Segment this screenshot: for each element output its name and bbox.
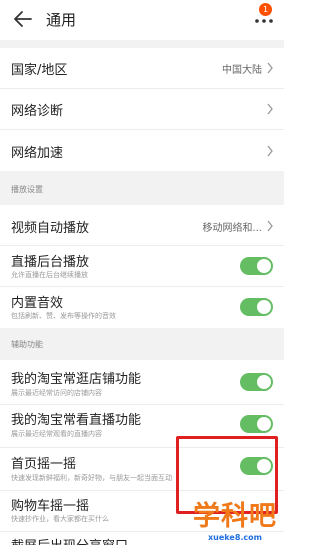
row-label: 网络加速: [11, 146, 64, 161]
chevron-right-icon: [267, 220, 273, 232]
row-video-autoplay[interactable]: 视频自动播放 移动网络和...: [0, 205, 284, 245]
chevron-right-icon: [267, 62, 273, 74]
row-label: 我的淘宝常看直播功能: [11, 413, 142, 428]
row-label: 首页摇一摇: [11, 457, 77, 472]
row-label: 网络诊断: [11, 104, 64, 119]
row-country-region[interactable]: 国家/地区 中国大陆: [0, 48, 284, 88]
row-description: 展示最近经常观看的直播内容: [11, 430, 102, 438]
arrow-left-icon[interactable]: [12, 8, 34, 30]
row-label: 直播后台播放: [11, 255, 90, 270]
section-gap: [0, 40, 284, 48]
row-label: 视频自动播放: [11, 221, 90, 236]
row-label: 国家/地区: [11, 63, 68, 78]
section-label: 辅助功能: [11, 340, 43, 349]
row-description: 快速抄作业，看大家都在买什么: [11, 515, 109, 523]
row-label: 购物车摇一摇: [11, 499, 90, 514]
row-built-in-sound: 内置音效 包括刷新、赞、发布等操作的音效: [0, 287, 284, 327]
notification-badge: 1: [259, 3, 272, 16]
more-dots-icon[interactable]: [253, 16, 275, 26]
row-label: 内置音效: [11, 296, 64, 311]
row-description: 展示最近经常访问的店铺内容: [11, 389, 102, 397]
section-header-playback: 播放设置: [0, 171, 284, 205]
chevron-right-icon: [267, 145, 273, 157]
watermark-logo: 学科吧: [193, 501, 277, 532]
row-description: 快速发现新鲜福利，新奇好物，与朋友一起当面互动: [11, 474, 172, 482]
frequent-shops-toggle[interactable]: [240, 373, 273, 391]
section-label: 播放设置: [11, 185, 43, 194]
row-description: 允许直播在后台继续播放: [11, 271, 88, 279]
page-title: 通用: [46, 11, 77, 29]
row-frequent-shops: 我的淘宝常逛店铺功能 展示最近经常访问的店铺内容: [0, 360, 284, 404]
row-value: 移动网络和...: [202, 223, 262, 234]
row-value: 中国大陆: [222, 65, 262, 76]
row-network-acceleration[interactable]: 网络加速: [0, 130, 284, 170]
chevron-right-icon: [267, 103, 273, 115]
row-label: 截屏后出现分享窗口: [11, 535, 128, 545]
row-network-diagnosis[interactable]: 网络诊断: [0, 89, 284, 129]
watermark-url: xueke8.com: [208, 533, 262, 542]
top-bar: 通用 1: [0, 0, 284, 40]
settings-page: 通用 1 国家/地区 中国大陆 网络诊断 网络加速 播放设置 视频自动播放 移动…: [0, 0, 284, 545]
frequent-live-toggle[interactable]: [240, 415, 273, 433]
row-description: 包括刷新、赞、发布等操作的音效: [11, 312, 116, 320]
row-live-background-play: 直播后台播放 允许直播在后台继续播放: [0, 246, 284, 286]
live-background-toggle[interactable]: [240, 257, 273, 275]
built-in-sound-toggle[interactable]: [240, 298, 273, 316]
row-label: 我的淘宝常逛店铺功能: [11, 372, 142, 387]
section-header-assist: 辅助功能: [0, 328, 284, 360]
